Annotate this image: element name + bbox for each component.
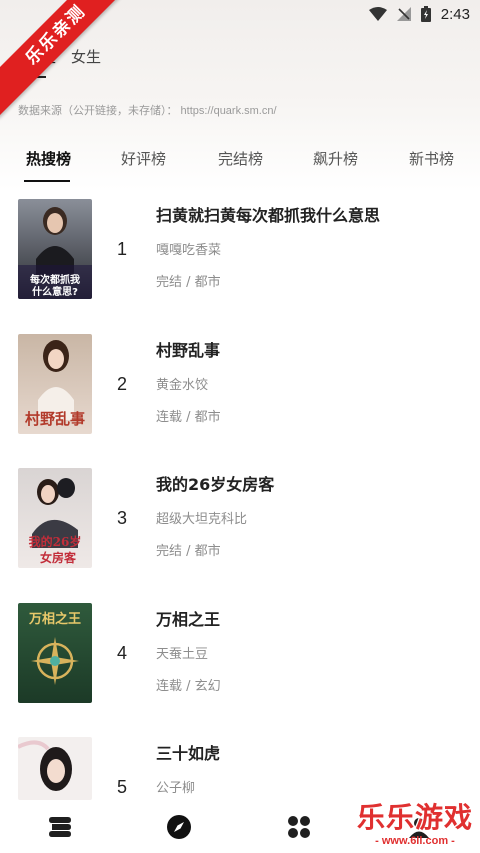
rank-number: 1 (117, 239, 128, 259)
list-item[interactable]: 我的26岁 女房客 3 我的26岁女房客 超级大坦克科比 完结 / 都市 (0, 468, 480, 578)
list-item[interactable]: 万相之王 4 万相之王 天蚕土豆 连载 / 玄幻 (0, 603, 480, 713)
book-status-genre: 连载 / 都市 (156, 410, 221, 425)
rank-number: 5 (117, 777, 128, 797)
book-status-genre: 完结 / 都市 (156, 544, 221, 559)
svg-text:什么意思?: 什么意思? (32, 285, 78, 298)
svg-text:我的26岁: 我的26岁 (29, 534, 82, 549)
watermark-brand: 乐乐游戏 (356, 801, 473, 834)
rank-number: 4 (117, 643, 128, 663)
tab-new-books[interactable]: 新书榜 (409, 148, 454, 169)
rank-number: 3 (117, 508, 128, 528)
book-cover[interactable]: 我的26岁 女房客 (18, 468, 92, 568)
site-watermark: 乐乐游戏 - www.6ll.com - (356, 802, 474, 850)
book-cover[interactable]: 每次都抓我 什么意思? (18, 199, 92, 299)
tab-completed[interactable]: 完结榜 (218, 148, 263, 169)
book-title[interactable]: 扫黄就扫黄每次都抓我什么意思 (156, 202, 380, 226)
bookshelf-icon[interactable] (47, 814, 73, 840)
no-signal-icon (396, 7, 411, 21)
book-title[interactable]: 村野乱事 (156, 337, 220, 361)
book-status-genre: 连载 / 玄幻 (156, 679, 221, 694)
book-title[interactable]: 我的26岁女房客 (156, 471, 274, 495)
category-grid-icon[interactable] (286, 814, 312, 840)
book-author: 天蚕土豆 (156, 647, 209, 662)
book-author: 超级大坦克科比 (156, 512, 248, 527)
book-author: 黄金水饺 (156, 378, 209, 393)
book-status-genre: 完结 / 都市 (156, 275, 221, 290)
rank-number: 2 (117, 374, 128, 394)
svg-text:每次都抓我: 每次都抓我 (30, 273, 80, 286)
tab-top-rated[interactable]: 好评榜 (121, 148, 166, 169)
svg-text:万相之王: 万相之王 (28, 611, 81, 627)
book-cover[interactable] (18, 737, 92, 800)
rank-tab-indicator (24, 180, 70, 182)
data-source-note: 数据来源（公开链接，未存储）： https://quark.sm.cn/ (18, 105, 277, 117)
ranking-tabs: 热搜榜 好评榜 完结榜 飙升榜 新书榜 (0, 140, 480, 186)
book-author: 公子柳 (156, 781, 196, 796)
book-cover[interactable]: 万相之王 (18, 603, 92, 703)
wifi-icon (368, 7, 387, 21)
status-time: 2:43 (440, 5, 470, 23)
book-author: 嘎嘎吃香菜 (156, 243, 222, 258)
tab-rising[interactable]: 飙升榜 (313, 148, 358, 169)
gender-tabs: 男生 女生 (0, 40, 480, 80)
list-item[interactable]: 每次都抓我 什么意思? 1 扫黄就扫黄每次都抓我什么意思 嘎嘎吃香菜 完结 / … (0, 199, 480, 309)
svg-text:村野乱事: 村野乱事 (25, 410, 85, 428)
list-item[interactable]: 村野乱事 2 村野乱事 黄金水饺 连载 / 都市 (0, 334, 480, 444)
book-cover[interactable]: 村野乱事 (18, 334, 92, 434)
battery-icon (420, 6, 431, 22)
tab-hot-search[interactable]: 热搜榜 (26, 148, 71, 169)
watermark-url: - www.6ll.com - (375, 835, 455, 847)
book-title[interactable]: 三十如虎 (156, 740, 220, 764)
compass-icon[interactable] (166, 814, 192, 840)
svg-text:女房客: 女房客 (40, 550, 77, 565)
tab-female[interactable]: 女生 (71, 46, 101, 67)
book-title[interactable]: 万相之王 (156, 606, 220, 630)
